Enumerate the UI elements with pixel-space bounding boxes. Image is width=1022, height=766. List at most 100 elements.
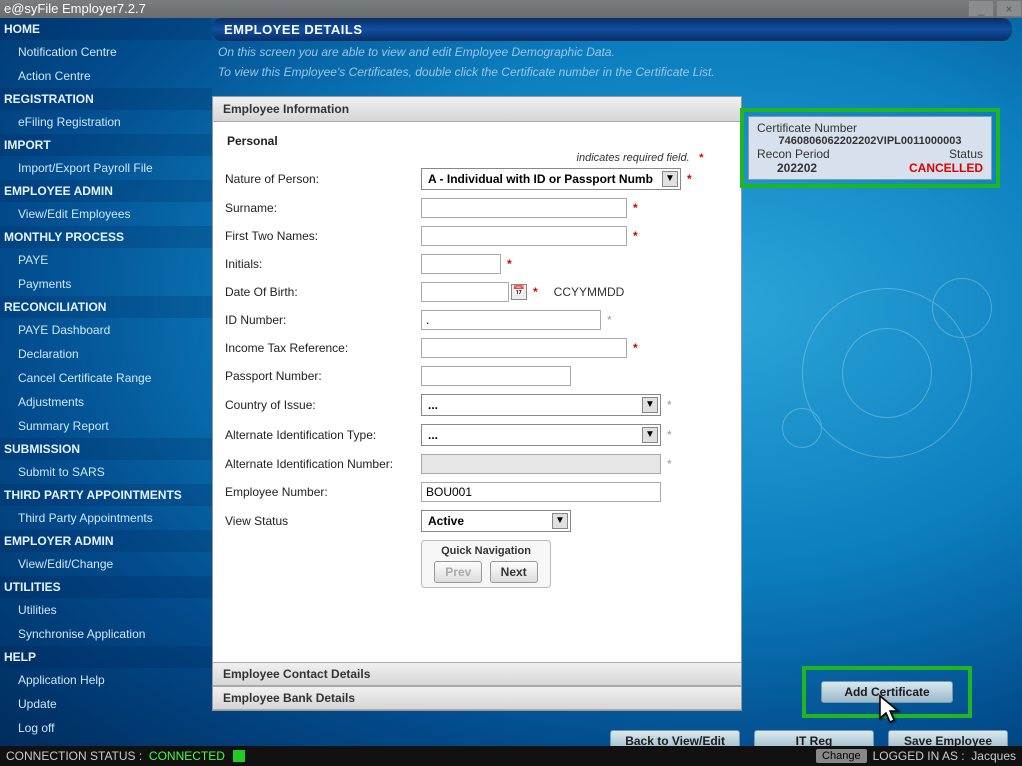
- connection-indicator-icon: [233, 750, 245, 762]
- sidebar-item[interactable]: Log off: [0, 716, 212, 740]
- sidebar-category: IMPORT: [0, 134, 212, 156]
- login-label: LOGGED IN AS :: [873, 749, 965, 763]
- section-employee-info[interactable]: Employee Information: [213, 97, 741, 122]
- employee-form: Employee Information Personal indicates …: [212, 96, 742, 711]
- decorative-circles: [782, 278, 1002, 498]
- sidebar-item[interactable]: View/Edit/Change: [0, 552, 212, 576]
- passport-input[interactable]: [421, 366, 571, 386]
- sidebar-category: REGISTRATION: [0, 88, 212, 110]
- conn-label: CONNECTION STATUS :: [6, 749, 142, 763]
- sidebar-item[interactable]: Submit to SARS: [0, 460, 212, 484]
- panel-sub2: To view this Employee's Certificates, do…: [218, 65, 1012, 81]
- chevron-down-icon: ▼: [552, 513, 568, 529]
- altid-label: Alternate Identification Type:: [221, 428, 421, 442]
- sidebar-category: HOME: [0, 18, 212, 40]
- sidebar-item[interactable]: Summary Report: [0, 414, 212, 438]
- subhead-personal: Personal: [221, 130, 733, 152]
- minimize-button[interactable]: _: [968, 0, 994, 17]
- titlebar: e@syFile Employer7.2.7 _ ×: [0, 0, 1022, 18]
- sidebar-item[interactable]: Utilities: [0, 598, 212, 622]
- id-input[interactable]: [421, 310, 601, 330]
- firstnames-input[interactable]: [421, 226, 627, 246]
- sidebar-item[interactable]: Action Centre: [0, 64, 212, 88]
- sidebar-item[interactable]: PAYE Dashboard: [0, 318, 212, 342]
- sidebar-item[interactable]: Notification Centre: [0, 40, 212, 64]
- sidebar-category: THIRD PARTY APPOINTMENTS: [0, 484, 212, 506]
- sidebar-item[interactable]: View/Edit Employees: [0, 202, 212, 226]
- sidebar-item[interactable]: Update: [0, 692, 212, 716]
- id-label: ID Number:: [221, 313, 421, 327]
- close-button[interactable]: ×: [996, 0, 1022, 17]
- status-value: CANCELLED: [909, 161, 983, 175]
- quick-nav: Quick Navigation Prev Next: [421, 540, 551, 588]
- quicknav-title: Quick Navigation: [426, 545, 546, 557]
- altnum-input: [421, 454, 661, 474]
- dob-label: Date Of Birth:: [221, 285, 421, 299]
- sidebar-item[interactable]: Import/Export Payroll File: [0, 156, 212, 180]
- sidebar-item[interactable]: Third Party Appointments: [0, 506, 212, 530]
- dob-input[interactable]: [421, 282, 509, 302]
- tax-label: Income Tax Reference:: [221, 341, 421, 355]
- section-contact[interactable]: Employee Contact Details: [213, 662, 741, 686]
- sidebar-category: SUBMISSION: [0, 438, 212, 460]
- dob-hint: CCYYMMDD: [554, 285, 625, 299]
- chevron-down-icon: ▼: [662, 171, 678, 187]
- surname-input[interactable]: [421, 198, 627, 218]
- initials-label: Initials:: [221, 257, 421, 271]
- tax-input[interactable]: [421, 338, 627, 358]
- calendar-icon[interactable]: 📅: [511, 284, 527, 300]
- login-user: Jacques: [971, 749, 1016, 763]
- conn-value: CONNECTED: [149, 749, 225, 763]
- recon-label: Recon Period: [757, 147, 830, 161]
- sidebar-item[interactable]: PAYE: [0, 248, 212, 272]
- next-button[interactable]: Next: [490, 561, 538, 583]
- prev-button[interactable]: Prev: [434, 561, 482, 583]
- main-area: EMPLOYEE DETAILS On this screen you are …: [212, 18, 1022, 746]
- sidebar-category: HELP: [0, 646, 212, 668]
- sidebar-item[interactable]: Synchronise Application: [0, 622, 212, 646]
- sidebar-category: UTILITIES: [0, 576, 212, 598]
- panel-header: EMPLOYEE DETAILS: [212, 18, 1012, 41]
- altid-select[interactable]: ...▼: [421, 424, 661, 446]
- nature-label: Nature of Person:: [221, 172, 421, 186]
- sidebar: HOMENotification CentreAction CentreREGI…: [0, 18, 212, 746]
- sidebar-category: RECONCILIATION: [0, 296, 212, 318]
- initials-input[interactable]: [421, 254, 501, 274]
- cert-number-label: Certificate Number: [757, 121, 983, 135]
- view-label: View Status: [221, 514, 421, 528]
- change-button[interactable]: Change: [816, 749, 867, 763]
- sidebar-item[interactable]: Payments: [0, 272, 212, 296]
- certificate-highlight: Certificate Number 7460806062202202VIPL0…: [740, 108, 1000, 188]
- altnum-label: Alternate Identification Number:: [221, 457, 421, 471]
- nature-select[interactable]: A - Individual with ID or Passport Numb▼: [421, 168, 681, 190]
- certificate-card[interactable]: Certificate Number 7460806062202202VIPL0…: [748, 116, 992, 180]
- sidebar-item[interactable]: Application Help: [0, 668, 212, 692]
- country-select[interactable]: ...▼: [421, 394, 661, 416]
- chevron-down-icon: ▼: [642, 397, 658, 413]
- sidebar-category: EMPLOYER ADMIN: [0, 530, 212, 552]
- required-marker: *: [687, 172, 692, 186]
- add-cert-highlight: Add Certificate: [802, 666, 972, 718]
- view-select[interactable]: Active▼: [421, 510, 571, 532]
- firstnames-label: First Two Names:: [221, 229, 421, 243]
- section-bank[interactable]: Employee Bank Details: [213, 686, 741, 710]
- recon-value: 202202: [757, 161, 817, 175]
- sidebar-item[interactable]: Adjustments: [0, 390, 212, 414]
- required-hint: indicates required field.: [577, 152, 690, 164]
- add-certificate-button[interactable]: Add Certificate: [821, 681, 952, 703]
- cert-number: 7460806062202202VIPL0011000003: [757, 135, 983, 147]
- passport-label: Passport Number:: [221, 369, 421, 383]
- empno-label: Employee Number:: [221, 485, 421, 499]
- country-label: Country of Issue:: [221, 398, 421, 412]
- sidebar-category: EMPLOYEE ADMIN: [0, 180, 212, 202]
- surname-label: Surname:: [221, 201, 421, 215]
- statusbar: CONNECTION STATUS : CONNECTED Change LOG…: [0, 746, 1022, 766]
- status-label: Status: [949, 147, 983, 161]
- panel-sub1: On this screen you are able to view and …: [218, 45, 1012, 61]
- sidebar-item[interactable]: Declaration: [0, 342, 212, 366]
- chevron-down-icon: ▼: [642, 427, 658, 443]
- sidebar-item[interactable]: eFiling Registration: [0, 110, 212, 134]
- empno-input[interactable]: [421, 482, 661, 502]
- sidebar-item[interactable]: Cancel Certificate Range: [0, 366, 212, 390]
- sidebar-category: MONTHLY PROCESS: [0, 226, 212, 248]
